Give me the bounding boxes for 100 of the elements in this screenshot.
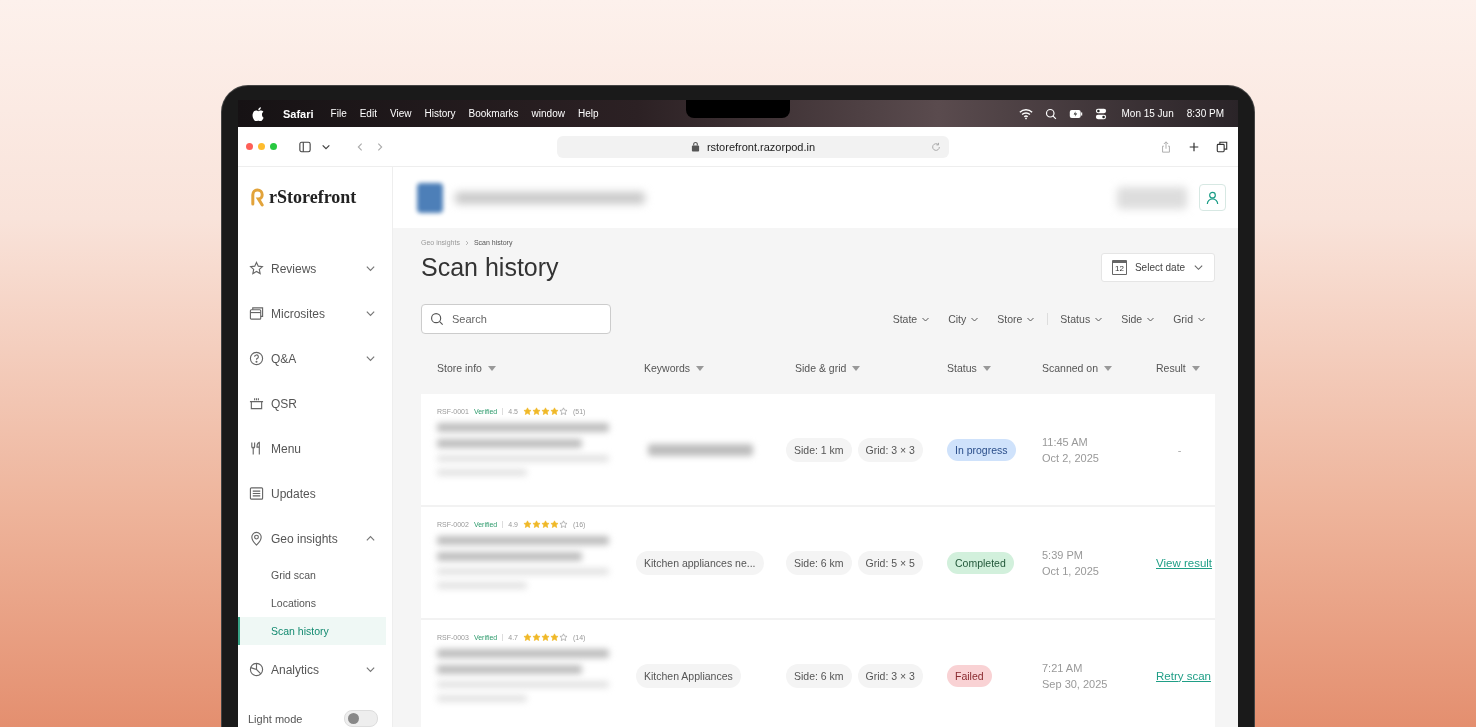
filled-star-icon [532,633,541,642]
column-header[interactable]: Keywords [644,362,795,374]
result-link[interactable]: View result [1156,556,1213,569]
column-header[interactable]: Status [947,362,1042,374]
date-picker-button[interactable]: 12 Select date [1100,253,1215,282]
filled-star-icon [523,407,532,416]
filled-star-icon [541,407,550,416]
share-icon[interactable] [1160,140,1172,153]
sort-caret-icon [852,365,861,371]
light-mode-label: Light mode [248,712,303,725]
menu-date[interactable]: Mon 15 Jun [1121,108,1174,119]
grid-chip: Grid: 5 × 5 [857,550,923,575]
star-icon [249,261,264,276]
sidebar-item[interactable]: Microsites [238,291,392,336]
sidebar-item[interactable]: Menu [238,426,392,471]
status-badge: Completed [947,551,1014,574]
app-bar-entry[interactable]: Bookmarks [468,108,519,119]
menu-time[interactable]: 8:30 PM [1186,108,1224,119]
light-mode-toggle[interactable] [344,710,378,727]
side-chip: Side: 6 km [786,663,852,688]
tabs-overview-icon[interactable] [1216,140,1228,153]
logo-icon[interactable] [250,188,265,207]
plus-icon[interactable] [1188,140,1200,153]
filter-dropdown[interactable]: Status [1060,313,1104,325]
search-field[interactable]: Search [421,304,611,334]
scan-time: 5:39 PM [1042,548,1083,561]
sidebar-item[interactable]: Analytics [238,647,392,692]
sidebar-item[interactable]: Q&A [238,336,392,381]
sort-caret-icon [1104,365,1113,371]
filled-star-icon [541,633,550,642]
sort-caret-icon [982,365,991,371]
chevron-right-icon [464,239,469,246]
wifi-icon[interactable] [1019,107,1034,120]
app-bar-entry[interactable]: View [389,108,412,119]
scan-time: 7:21 AM [1042,661,1083,674]
search-icon[interactable] [1044,107,1059,120]
control-center-icon[interactable] [1094,107,1109,120]
chevron-down-icon [1193,262,1204,273]
sidebar-item[interactable]: Geo insights [238,516,392,561]
sidebar-subitem[interactable]: Grid scan [238,561,392,589]
app-bar-entry[interactable]: History [424,108,456,119]
app-bar-entry[interactable]: File [330,108,347,119]
filled-star-icon [532,520,541,529]
scan-date: Oct 2, 2025 [1042,451,1099,464]
chevron-icon[interactable] [365,533,376,544]
address-bar[interactable]: rstorefront.razorpod.in [557,135,949,158]
filter-dropdown[interactable]: Side [1121,313,1156,325]
question-icon [249,351,264,366]
sidebar-toggle-icon[interactable] [299,140,311,153]
filled-star-icon [523,633,532,642]
url-text: rstorefront.razorpod.in [706,140,816,153]
column-header[interactable]: Result [1156,362,1215,374]
chart-icon [249,662,264,677]
app-bar-entry[interactable]: Help [577,108,599,119]
app-bar-entry[interactable]: window [531,108,565,119]
filter-dropdown[interactable]: Grid [1173,313,1206,325]
side-chip: Side: 1 km [786,437,852,462]
logo-text[interactable]: rStorefront [269,187,357,208]
sort-caret-icon [1191,365,1200,371]
sort-caret-icon [487,365,496,371]
keyword-chip: Kitchen appliances ne... [636,550,764,575]
windows-icon [249,306,264,321]
apple-logo-icon[interactable] [252,106,264,121]
keyword-chip: Kitchen Appliances [636,663,741,688]
column-header[interactable]: Side & grid [795,362,947,374]
user-profile-button[interactable] [1199,184,1226,211]
menu-app-name[interactable]: Safari [283,107,314,120]
battery-icon[interactable] [1069,107,1084,120]
grid-chip: Grid: 3 × 3 [857,437,923,462]
filter-dropdown[interactable]: State [892,313,931,325]
side-chip: Side: 6 km [786,550,852,575]
sort-caret-icon [696,365,705,371]
result-link[interactable]: Retry scan [1156,669,1211,682]
status-badge: In progress [947,438,1016,461]
app-bar-entry[interactable]: Edit [359,108,377,119]
sidebar-item[interactable]: Updates [238,471,392,516]
sidebar-subitem[interactable]: Scan history [238,617,386,645]
list-icon [249,486,264,501]
result-text: - [1177,443,1182,456]
status-badge: Failed [947,664,992,687]
filter-dropdown[interactable]: Store [997,313,1036,325]
lock-icon [690,141,700,152]
sidebar-item[interactable]: QSR [238,381,392,426]
sidebar-item[interactable]: Reviews [238,246,392,291]
filled-star-icon [550,520,559,529]
chevron-icon[interactable] [365,664,376,675]
chevron-icon[interactable] [365,353,376,364]
grid-chip: Grid: 3 × 3 [857,663,923,688]
scan-date: Oct 1, 2025 [1042,564,1099,577]
blurred-user-name [1117,186,1187,209]
chevron-icon[interactable] [365,263,376,274]
sidebar-subitem[interactable]: Locations [238,589,392,617]
column-header[interactable]: Store info [437,362,644,374]
window-controls-icon[interactable] [246,143,277,150]
column-header[interactable]: Scanned on [1042,362,1156,374]
search-icon [430,312,444,326]
chevron-icon[interactable] [365,308,376,319]
filter-dropdown[interactable]: City [948,313,980,325]
filled-star-icon [541,520,550,529]
blurred-store-logo [417,182,443,213]
